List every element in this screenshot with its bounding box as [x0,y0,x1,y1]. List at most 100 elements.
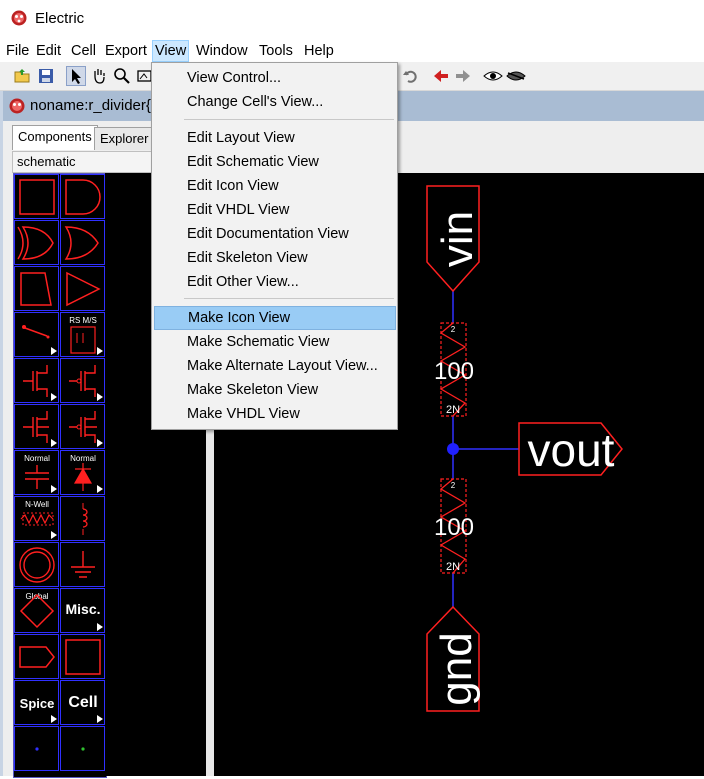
palette-and-gate[interactable] [60,174,105,219]
menu-item-label: Make VHDL View [187,406,300,422]
palette-inductor[interactable] [60,496,105,541]
menu-item-label: Make Alternate Layout View... [187,358,378,374]
palette-flipflop[interactable] [14,266,59,311]
pan-hand-icon[interactable] [90,67,108,85]
zoom-icon[interactable] [113,67,131,85]
menu-item-label: Make Schematic View [187,334,330,350]
palette-offpage[interactable] [14,634,59,679]
view-menu-dropdown: View Control... Change Cell's View... Ed… [151,62,398,430]
palette-bus-pin[interactable] [14,726,59,771]
menu-item-label: Edit Layout View [187,130,295,146]
pin-label: 2N [446,404,460,416]
palette-power[interactable] [14,542,59,587]
tab-components[interactable]: Components [12,125,98,150]
menu-item-change-cells-view[interactable]: Change Cell's View... [152,91,395,113]
power-circle-icon [19,547,55,583]
palette-buffer[interactable] [60,266,105,311]
menu-separator [184,298,394,299]
menu-file[interactable]: File [4,41,31,61]
menu-window[interactable]: Window [194,41,250,61]
menu-tools[interactable]: Tools [257,41,295,61]
and-gate-icon [65,179,101,215]
window-title: Electric [35,10,85,27]
menu-item-edit-vhdl-view[interactable]: Edit VHDL View [152,199,395,221]
palette-pmos[interactable] [60,358,105,403]
menu-item-label: View Control... [187,70,282,86]
palette-cell[interactable]: Cell [60,680,105,725]
select-arrow-icon[interactable] [66,66,86,86]
save-icon[interactable] [37,67,55,85]
panel-splitter[interactable] [206,413,214,776]
menu-item-label: Edit Other View... [187,274,299,290]
menu-item-view-control[interactable]: View Control... [152,67,395,89]
technology-selector[interactable]: schematic [12,151,168,173]
resistor-top[interactable]: 2 2N 100 [434,322,474,417]
menu-item-make-schematic-view[interactable]: Make Schematic View [152,331,395,353]
menu-item-label: Edit VHDL View [187,202,290,218]
expand-arrow-icon [51,715,57,723]
global-diamond-icon [19,593,55,629]
menu-cell[interactable]: Cell [69,41,98,61]
palette-wire-pin[interactable] [60,726,105,771]
menu-item-make-skeleton-view[interactable]: Make Skeleton View [152,379,395,401]
eye-closed-icon[interactable] [506,67,526,85]
palette-rs-ms[interactable]: RS M/S [60,312,105,357]
palette-misc[interactable]: Misc. [60,588,105,633]
menu-item-label: Edit Documentation View [187,226,349,242]
menu-item-make-alternate-layout-view[interactable]: Make Alternate Layout View... [152,355,395,377]
open-folder-icon[interactable] [13,67,31,85]
palette-switch[interactable] [14,312,59,357]
menu-edit[interactable]: Edit [34,41,63,61]
forward-arrow-icon[interactable] [454,67,472,85]
menu-view[interactable]: View [152,40,190,62]
expand-arrow-icon [97,439,103,447]
palette-or-gate[interactable] [60,220,105,265]
spice-label: Spice [19,696,55,711]
expand-arrow-icon [51,347,57,355]
menu-item-make-vhdl-view[interactable]: Make VHDL View [152,403,395,425]
palette-capacitor[interactable]: Normal [14,450,59,495]
menu-item-label: Make Skeleton View [187,382,319,398]
expand-arrow-icon [97,623,103,631]
expand-arrow-icon [51,531,57,539]
menu-item-label: Edit Skeleton View [187,250,308,266]
menu-item-edit-skeleton-view[interactable]: Edit Skeleton View [152,247,395,269]
palette-nmos-4[interactable] [14,404,59,449]
menu-item-label: Change Cell's View... [187,94,324,110]
menu-separator [184,119,394,120]
menu-item-edit-documentation-view[interactable]: Edit Documentation View [152,223,395,245]
ground-icon [71,551,95,578]
wire-pin-icon [81,747,85,751]
palette-ground[interactable] [60,542,105,587]
resistor-bottom[interactable]: 2 2N 100 [434,478,474,574]
menu-item-edit-icon-view[interactable]: Edit Icon View [152,175,395,197]
wire-junction[interactable] [447,443,459,455]
menu-item-make-icon-view[interactable]: Make Icon View [154,306,396,330]
eye-icon[interactable] [483,67,503,85]
menu-item-edit-layout-view[interactable]: Edit Layout View [152,127,395,149]
pin-label: 2N [446,561,460,573]
pin-label: 2 [451,481,456,490]
palette-global[interactable]: Global [14,588,59,633]
menu-help[interactable]: Help [302,41,336,61]
menu-export[interactable]: Export [103,41,149,61]
menu-item-edit-other-view[interactable]: Edit Other View... [152,271,395,293]
expand-arrow-icon [97,347,103,355]
palette-xor-gate[interactable] [14,220,59,265]
expand-arrow-icon [97,485,103,493]
palette-resistor[interactable]: N-Well [14,496,59,541]
back-arrow-icon[interactable] [432,67,450,85]
buffer-triangle-icon [66,271,101,307]
vout-label: vout [528,424,615,476]
cell-window-title: noname:r_divider{s [30,97,159,114]
palette-bbox[interactable] [60,634,105,679]
palette-pmos-4[interactable] [60,404,105,449]
palette-spice[interactable]: Spice [14,680,59,725]
menu-item-edit-schematic-view[interactable]: Edit Schematic View [152,151,395,173]
undo-icon[interactable] [402,67,420,85]
palette-diode[interactable]: Normal [60,450,105,495]
tab-explorer[interactable]: Explorer [94,127,155,150]
palette-nmos[interactable] [14,358,59,403]
palette-and-box[interactable] [14,174,59,219]
pin-label: 2 [451,325,456,334]
